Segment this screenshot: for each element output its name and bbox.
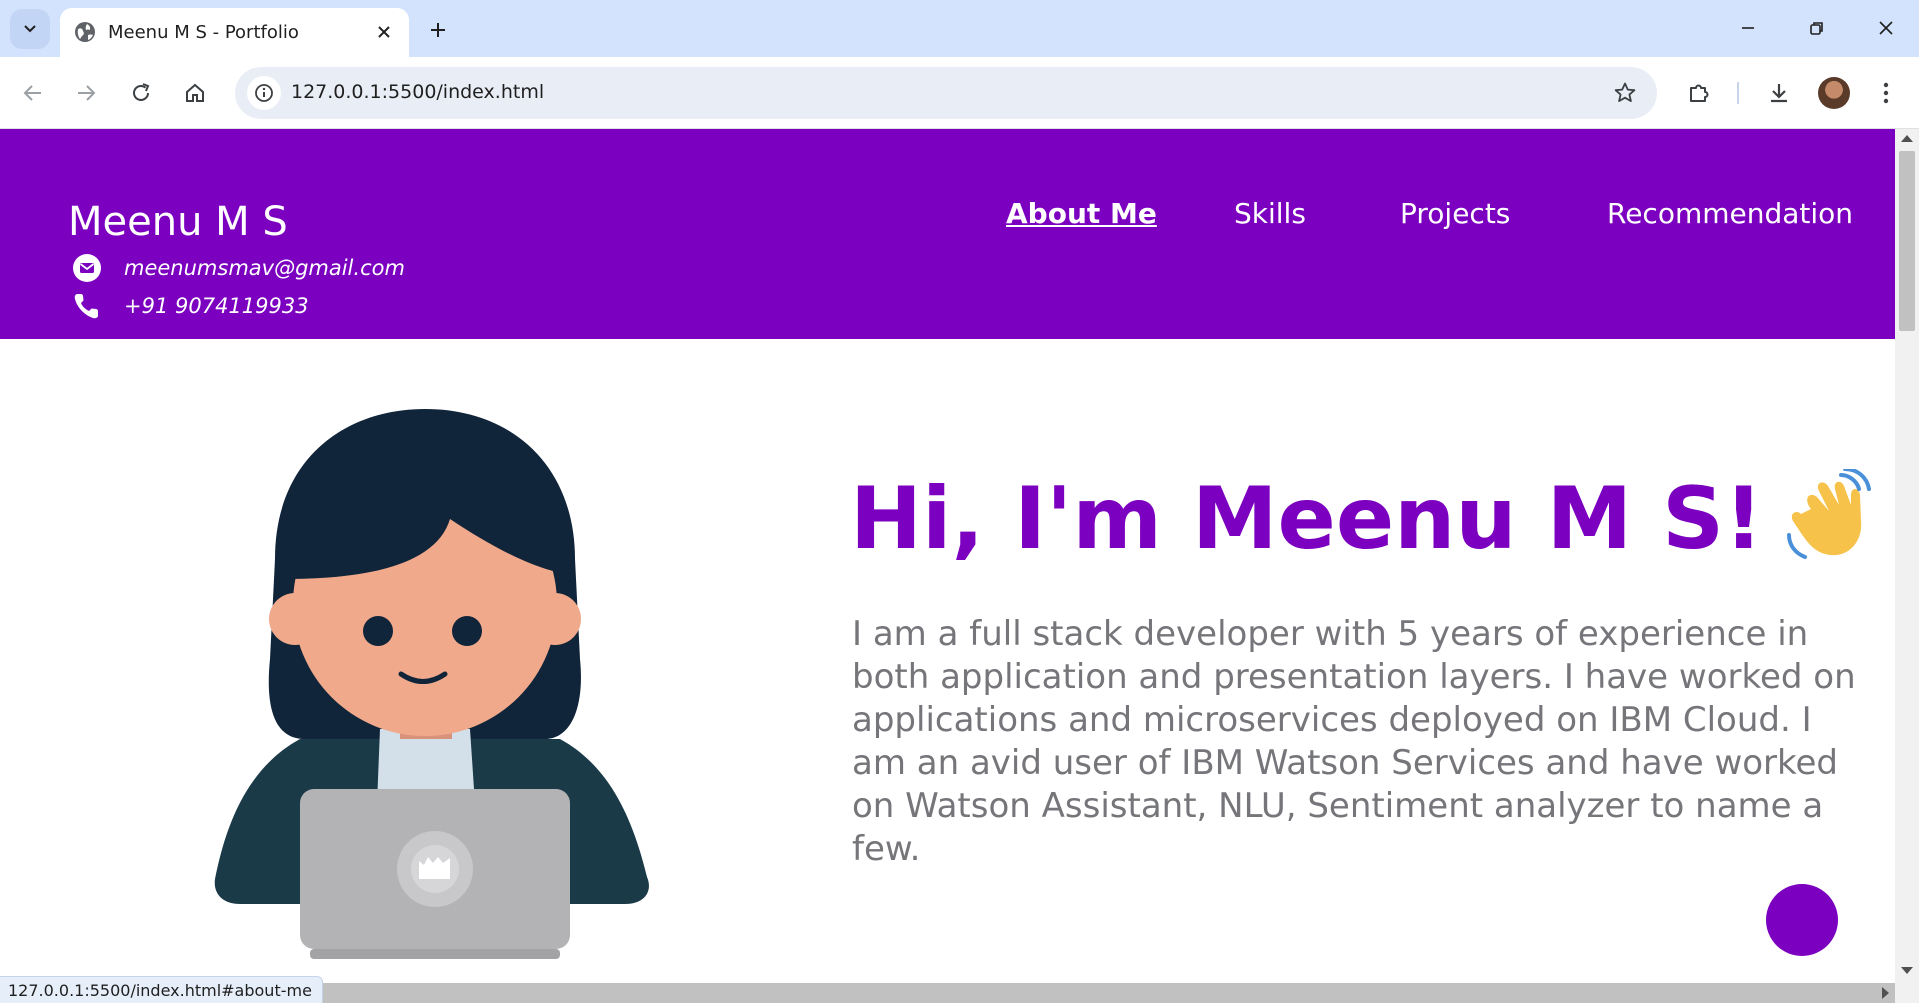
vertical-scroll-thumb[interactable] bbox=[1899, 151, 1915, 331]
minimize-icon bbox=[1742, 27, 1754, 29]
info-icon bbox=[255, 84, 273, 102]
arrow-left-icon bbox=[23, 85, 41, 101]
url-text: 127.0.0.1:5500/index.html bbox=[291, 81, 545, 103]
extensions-icon bbox=[1690, 84, 1709, 102]
home-button[interactable] bbox=[177, 75, 213, 111]
bookmark-star-button[interactable] bbox=[1611, 79, 1639, 107]
link-status-bar: 127.0.0.1:5500/index.html#about-me bbox=[0, 976, 323, 1003]
tab-search-button[interactable] bbox=[10, 9, 50, 49]
back-button[interactable] bbox=[15, 75, 51, 111]
email-icon bbox=[70, 251, 104, 285]
nav-about-me[interactable]: About Me bbox=[1006, 197, 1157, 230]
plus-icon bbox=[431, 23, 445, 37]
page-viewport: Meenu M S meenumsmav@gmail.com +91 90741… bbox=[0, 129, 1895, 983]
close-icon bbox=[1879, 21, 1893, 35]
chevron-down-icon bbox=[24, 25, 36, 33]
more-vertical-icon bbox=[1883, 82, 1889, 104]
home-icon bbox=[186, 83, 204, 102]
browser-toolbar: 127.0.0.1:5500/index.html bbox=[0, 57, 1919, 129]
scroll-right-arrow-icon[interactable] bbox=[1882, 987, 1889, 999]
site-header: Meenu M S meenumsmav@gmail.com +91 90741… bbox=[0, 129, 1895, 339]
contact-phone[interactable]: +91 9074119933 bbox=[124, 294, 309, 318]
nav-projects[interactable]: Projects bbox=[1400, 197, 1510, 230]
arrow-right-icon bbox=[78, 85, 96, 101]
star-icon bbox=[1614, 82, 1636, 102]
download-icon bbox=[1771, 84, 1787, 103]
developer-illustration bbox=[214, 409, 649, 959]
scroll-up-arrow-icon[interactable] bbox=[1901, 135, 1913, 142]
nav-recommendation[interactable]: Recommendation bbox=[1607, 197, 1853, 230]
scroll-down-arrow-icon[interactable] bbox=[1901, 967, 1913, 974]
reload-button[interactable] bbox=[123, 75, 159, 111]
contact-email[interactable]: meenumsmav@gmail.com bbox=[124, 256, 405, 280]
globe-icon bbox=[75, 22, 95, 42]
hero-heading: Hi, I'm Meenu M S! bbox=[850, 469, 1877, 569]
address-bar[interactable]: 127.0.0.1:5500/index.html bbox=[235, 67, 1657, 119]
downloads-button[interactable] bbox=[1761, 75, 1797, 111]
waving-hand-icon bbox=[1787, 469, 1872, 559]
tab-close-button[interactable] bbox=[371, 19, 397, 45]
contact-email-row: meenumsmav@gmail.com bbox=[70, 251, 405, 285]
site-owner-name: Meenu M S bbox=[68, 199, 288, 245]
toolbar-separator bbox=[1737, 82, 1739, 104]
browser-tab-active[interactable]: Meenu M S - Portfolio bbox=[60, 8, 409, 57]
window-close-button[interactable] bbox=[1861, 10, 1911, 46]
extensions-button[interactable] bbox=[1681, 75, 1717, 111]
reload-icon bbox=[133, 83, 150, 101]
browser-tabstrip: Meenu M S - Portfolio bbox=[0, 0, 1919, 57]
profile-avatar[interactable] bbox=[1818, 77, 1850, 109]
forward-button[interactable] bbox=[68, 75, 104, 111]
scrollbar-corner bbox=[1895, 983, 1919, 1003]
contact-phone-row: +91 9074119933 bbox=[70, 289, 309, 323]
new-tab-button[interactable] bbox=[420, 12, 456, 48]
window-minimize-button[interactable] bbox=[1723, 10, 1773, 46]
window-restore-button[interactable] bbox=[1792, 10, 1842, 46]
hero-heading-text: Hi, I'm Meenu M S! bbox=[850, 469, 1764, 569]
vertical-scrollbar[interactable] bbox=[1895, 129, 1919, 983]
restore-icon bbox=[1810, 22, 1823, 35]
floating-action-button[interactable] bbox=[1766, 884, 1838, 956]
phone-icon bbox=[70, 289, 104, 323]
nav-skills[interactable]: Skills bbox=[1234, 197, 1306, 230]
site-info-button[interactable] bbox=[247, 76, 281, 110]
browser-menu-button[interactable] bbox=[1868, 75, 1904, 111]
close-icon bbox=[378, 26, 390, 38]
tab-title: Meenu M S - Portfolio bbox=[108, 22, 299, 43]
hero-bio: I am a full stack developer with 5 years… bbox=[852, 614, 1856, 869]
